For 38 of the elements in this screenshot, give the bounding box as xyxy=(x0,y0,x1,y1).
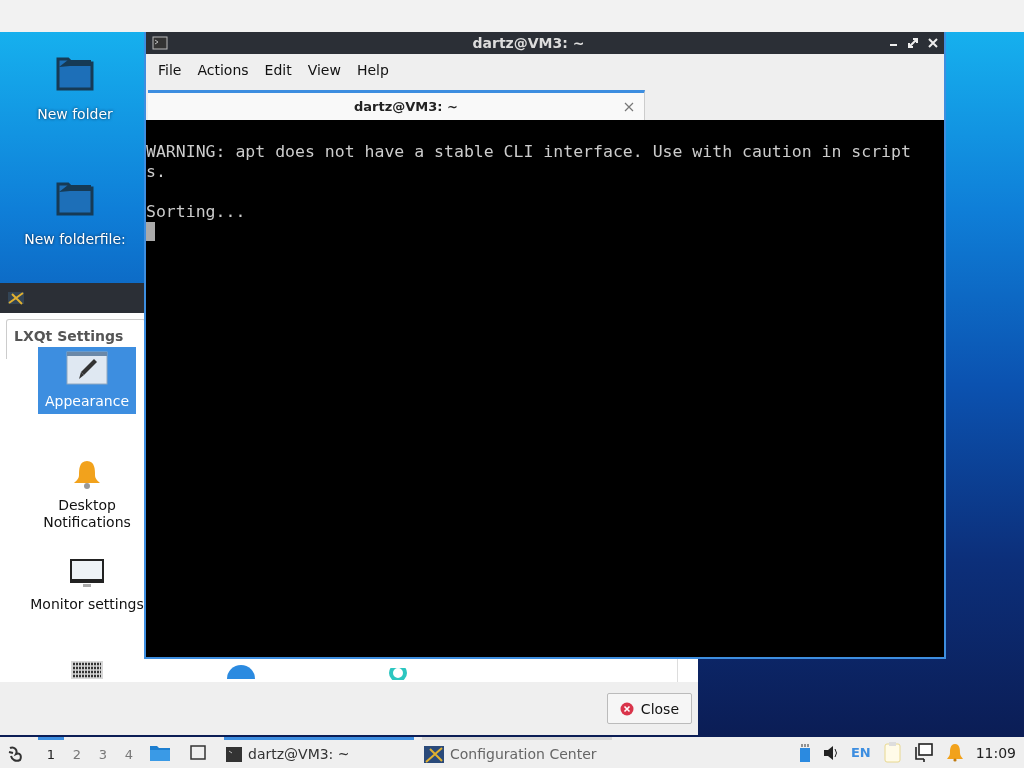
drive-icon[interactable] xyxy=(798,743,811,762)
clipboard-icon[interactable] xyxy=(882,742,902,763)
menu-item[interactable]: File xyxy=(150,58,190,82)
menu-item[interactable]: Help xyxy=(348,58,397,82)
desktop-switch[interactable]: 3 xyxy=(90,737,116,768)
keyboard-icon xyxy=(71,661,103,679)
menu-item[interactable]: Edit xyxy=(256,58,300,82)
desktop-switch[interactable]: 2 xyxy=(64,737,90,768)
maximize-icon[interactable] xyxy=(908,38,918,48)
folder-icon xyxy=(56,180,94,217)
title-bar: dartz@VM3: ~ xyxy=(146,32,944,54)
tools-icon xyxy=(424,745,444,763)
close-icon xyxy=(619,701,634,716)
clock[interactable]: 11:09 xyxy=(975,744,1016,761)
close-button[interactable]: Close xyxy=(606,693,692,724)
terminal-output: WARNING: apt does not have a stable CLI interface. Use with caution in script s. Sorting... xyxy=(146,142,911,222)
monitor-icon xyxy=(70,559,104,588)
icon-label: New folderfile: xyxy=(24,231,126,247)
task-button[interactable]: dartz@VM3: ~ xyxy=(224,737,414,768)
settings-item[interactable]: Monitor settings xyxy=(28,555,146,617)
icon-label: New folder xyxy=(37,106,113,122)
terminal-icon xyxy=(152,36,168,50)
menu-item[interactable]: Actions xyxy=(189,58,257,82)
tab[interactable]: dartz@VM3: ~ xyxy=(148,90,645,120)
menu-item[interactable]: View xyxy=(299,58,349,82)
task-button[interactable]: Configuration Center xyxy=(422,737,612,768)
desktop-switch[interactable]: 4 xyxy=(116,737,142,768)
tools-icon xyxy=(7,291,25,305)
window-icon[interactable] xyxy=(190,745,206,760)
terminal-icon xyxy=(226,746,242,762)
brush-icon xyxy=(66,351,108,385)
folder-icon[interactable] xyxy=(150,744,170,761)
network-icon[interactable] xyxy=(913,742,934,763)
bell-icon xyxy=(72,458,102,489)
settings-item[interactable]: Desktop Notifications xyxy=(28,454,146,535)
folder-icon xyxy=(56,55,94,92)
desktop-switch[interactable]: 1 xyxy=(38,737,64,768)
volume-icon[interactable] xyxy=(822,743,839,762)
